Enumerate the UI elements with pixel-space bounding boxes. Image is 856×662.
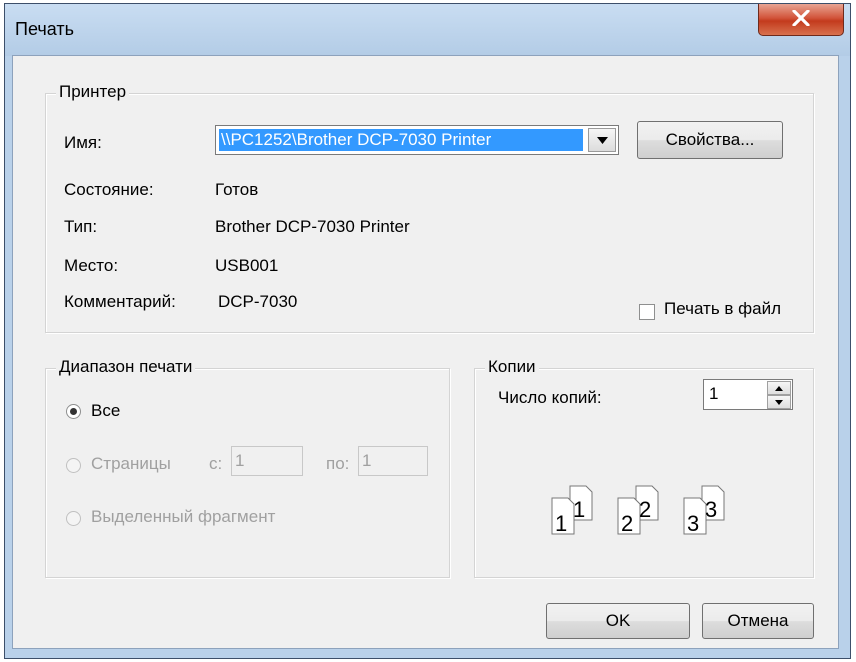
range-selection-radio[interactable]: [66, 511, 81, 526]
cancel-button[interactable]: Отмена: [702, 603, 814, 639]
status-value: Готов: [215, 180, 259, 199]
pages-to-label: по:: [326, 454, 350, 473]
arrow-up-icon: [775, 386, 783, 391]
collate-page-label: 2: [621, 511, 633, 536]
range-selection-label[interactable]: Выделенный фрагмент: [91, 507, 275, 527]
status-label: Состояние:: [64, 180, 154, 199]
collate-page-label: 3: [687, 511, 699, 536]
copies-count-spinner[interactable]: 1: [703, 379, 793, 410]
pages-to-input[interactable]: 1: [358, 446, 428, 476]
collate-page-label: 1: [555, 511, 567, 536]
range-pages-radio[interactable]: [66, 458, 81, 473]
location-label: Место:: [64, 256, 119, 275]
range-pages-label[interactable]: Страницы: [91, 454, 171, 474]
printer-group-title: Принтер: [56, 82, 130, 102]
location-value: USB001: [215, 256, 279, 275]
printer-name-combobox[interactable]: \\PC1252\Brother DCP-7030 Printer: [215, 125, 619, 155]
copies-count-value: 1: [709, 384, 719, 403]
printer-dropdown-button[interactable]: [588, 128, 616, 152]
collate-page-label: 2: [639, 497, 651, 522]
dialog-client-area: Принтер Имя: \\PC1252\Brother DCP-7030 P…: [12, 55, 839, 649]
print-range-group-title: Диапазон печати: [56, 357, 196, 377]
comment-label: Комментарий:: [64, 292, 176, 311]
collate-page-label: 1: [573, 497, 585, 522]
ok-button[interactable]: OK: [546, 603, 690, 639]
printer-name-label: Имя:: [64, 133, 102, 152]
type-value: Brother DCP-7030 Printer: [215, 217, 410, 236]
copies-count-label: Число копий:: [498, 388, 602, 407]
pages-from-input[interactable]: 1: [231, 446, 303, 476]
close-button[interactable]: [758, 4, 844, 36]
collate-pages-icon: 1 1 2 2 3 3: [551, 485, 725, 536]
range-all-radio[interactable]: [66, 404, 81, 419]
print-to-file-checkbox[interactable]: [639, 304, 655, 320]
range-all-label[interactable]: Все: [91, 401, 120, 421]
comment-value: DCP-7030: [218, 292, 298, 311]
properties-button[interactable]: Свойства...: [637, 121, 783, 159]
copies-group-title: Копии: [485, 357, 539, 377]
spin-down-button[interactable]: [767, 395, 791, 409]
close-icon: [792, 10, 810, 26]
window-title: Печать: [15, 19, 74, 39]
spin-up-button[interactable]: [767, 381, 791, 395]
type-label: Тип:: [64, 217, 98, 236]
printer-name-selected: \\PC1252\Brother DCP-7030 Printer: [219, 129, 583, 151]
title-bar[interactable]: Печать: [5, 4, 850, 56]
pages-from-label: с:: [209, 454, 223, 473]
collate-page-label: 3: [705, 497, 717, 522]
chevron-down-icon: [597, 137, 608, 144]
arrow-down-icon: [775, 400, 783, 405]
print-to-file-label[interactable]: Печать в файл: [664, 299, 781, 319]
